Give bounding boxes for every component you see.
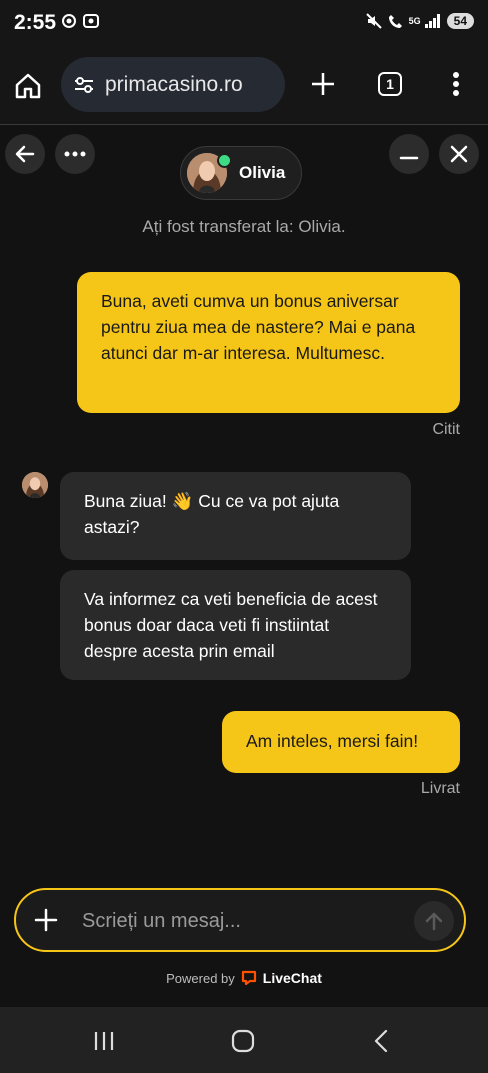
message-status: Livrat [420,780,460,797]
message-status: Citit [432,421,460,438]
message-text: Buna ziua! 👋 Cu ce va pot ajuta astazi? [84,491,340,537]
status-bar: 2:55 5G 54 [0,0,488,48]
livechat-logo-icon [241,970,256,986]
signal-icon [424,14,440,28]
more-vert-icon[interactable] [444,68,468,100]
tune-icon[interactable] [73,74,95,96]
settings-notification-icon [62,14,76,28]
recent-apps-icon[interactable] [88,1025,120,1057]
send-arrow-icon [425,912,443,931]
message-input[interactable] [80,902,404,940]
battery-indicator: 54 [446,13,474,29]
minimize-icon [399,156,419,160]
transfer-notice: Ați fost transferat la: Olivia. [142,217,346,236]
attach-plus-icon[interactable] [34,908,58,932]
close-icon [450,145,468,163]
back-button[interactable] [5,134,45,174]
back-arrow-icon [15,145,35,163]
send-button[interactable] [414,901,454,941]
tabs-icon[interactable]: 1 [378,72,402,96]
message-text: Buna, aveti cumva un bonus aniversar pen… [101,291,416,363]
powered-by-label: Powered by [166,970,235,986]
plus-icon[interactable] [307,68,339,100]
tab-count: 1 [386,76,394,92]
online-status-dot [217,153,232,168]
network-type: 5G [408,15,421,26]
more-options-button[interactable] [55,134,95,174]
agent-badge: Olivia [180,146,302,200]
agent-name: Olivia [239,163,286,182]
message-text: Va informez ca veti beneficia de acest b… [84,589,378,661]
livechat-brand: LiveChat [262,970,322,986]
home-icon[interactable] [12,70,44,102]
agent-message-bubble: Buna ziua! 👋 Cu ce va pot ajuta astazi? [60,472,411,560]
close-button[interactable] [439,134,479,174]
screenshot-notification-icon [83,14,99,28]
status-icons: 5G 54 [365,12,474,30]
powered-by-footer[interactable]: Powered by LiveChat [0,970,488,986]
agent-message-bubble: Va informez ca veti beneficia de acest b… [60,570,411,680]
system-nav-bar [0,1007,488,1073]
address-bar[interactable]: primacasino.ro [61,57,285,112]
mute-icon [365,13,382,29]
back-nav-icon[interactable] [366,1025,398,1057]
more-horiz-icon [64,151,86,157]
user-message-bubble: Am inteles, mersi fain! [222,711,460,773]
browser-toolbar: primacasino.ro 1 [0,48,488,125]
url-text: primacasino.ro [105,72,243,96]
user-message-bubble: Buna, aveti cumva un bonus aniversar pen… [77,272,460,413]
agent-small-avatar [22,472,48,498]
message-text: Am inteles, mersi fain! [246,731,419,751]
agent-avatar-image [22,472,48,498]
minimize-button[interactable] [389,134,429,174]
status-time: 2:55 [14,11,57,34]
home-nav-icon[interactable] [227,1025,259,1057]
message-composer [14,888,466,952]
call-blocked-icon [388,15,402,28]
